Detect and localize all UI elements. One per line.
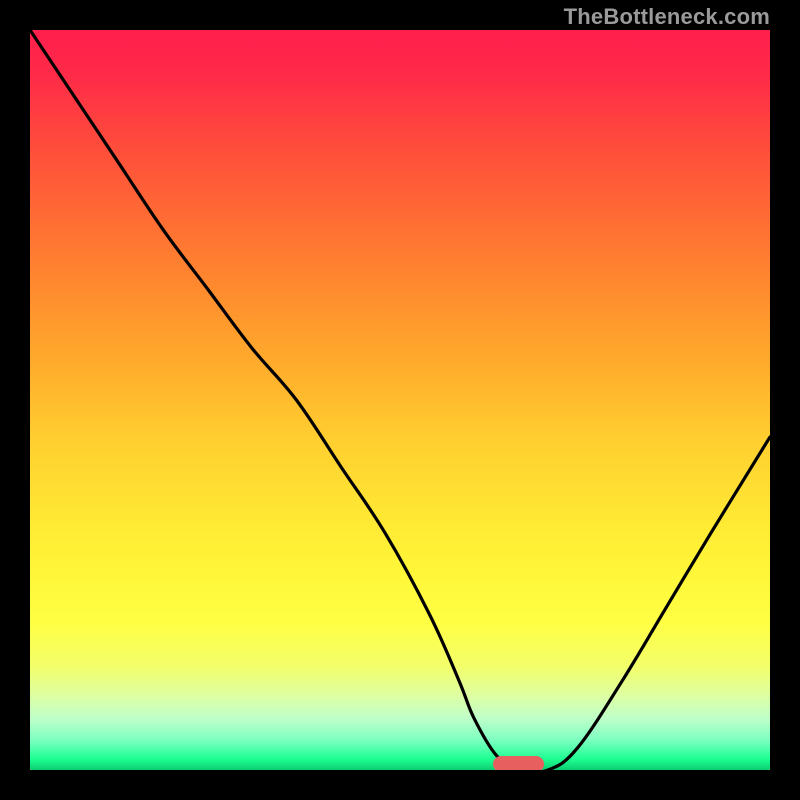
chart-container: TheBottleneck.com — [0, 0, 800, 800]
plot-area — [30, 30, 770, 770]
watermark-text: TheBottleneck.com — [564, 4, 770, 30]
bottleneck-curve — [30, 30, 770, 770]
optimal-marker — [493, 756, 545, 770]
